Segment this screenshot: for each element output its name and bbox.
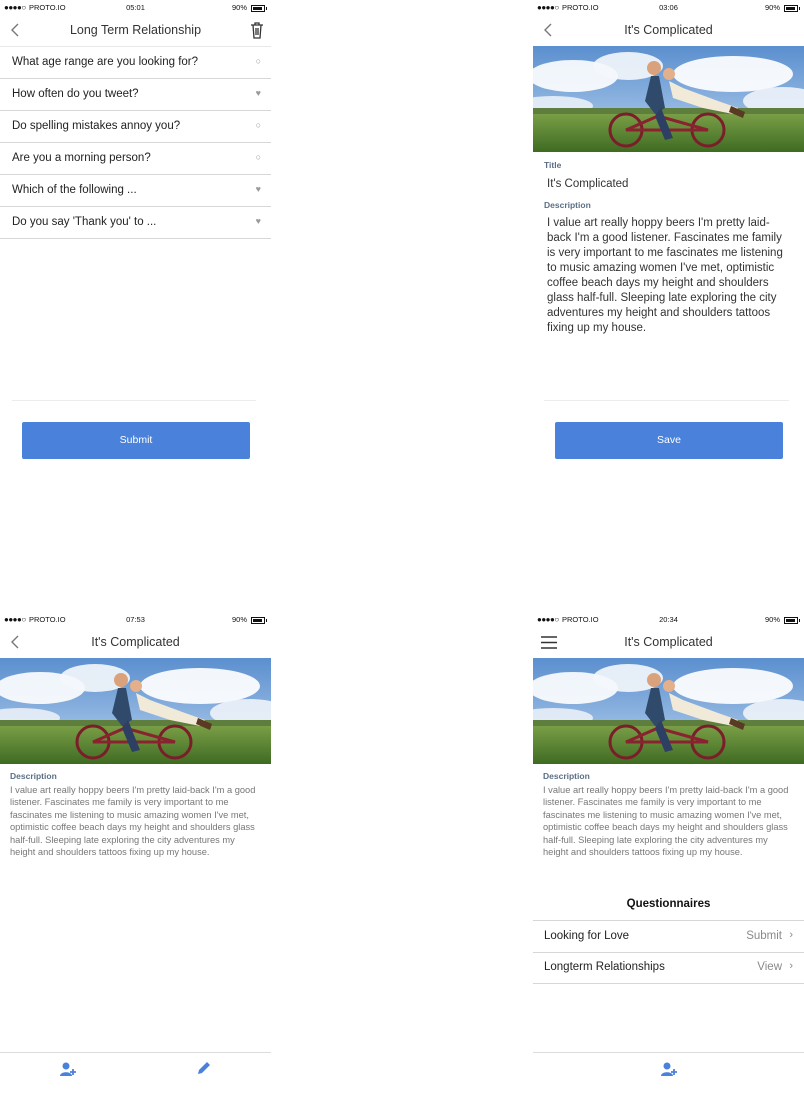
title-label: Title xyxy=(544,160,562,170)
questionnaires-heading: Questionnaires xyxy=(626,898,711,910)
heart-icon: ♥ xyxy=(255,88,261,98)
question-item[interactable]: Which of the following ... ♥ xyxy=(0,175,271,207)
pencil-icon[interactable] xyxy=(195,1059,213,1077)
question-label: Are you a morning person? xyxy=(12,152,151,164)
nav-bar: It's Complicated xyxy=(533,626,804,658)
status-bar: ●●●●○ PROTO.IO 07:53 90% xyxy=(0,612,271,626)
question-item[interactable]: Do spelling mistakes annoy you? ○ xyxy=(0,111,271,143)
battery-percent: 90% xyxy=(231,615,247,624)
description-label: Description xyxy=(544,200,591,210)
add-user-icon[interactable] xyxy=(660,1061,678,1079)
heart-icon: ♥ xyxy=(255,184,261,194)
battery-icon xyxy=(251,616,267,624)
title-input[interactable]: It's Complicated xyxy=(547,177,628,192)
trash-icon[interactable] xyxy=(249,21,265,39)
nav-bar: It's Complicated xyxy=(533,14,804,46)
status-time: 07:53 xyxy=(126,615,145,624)
view-screen: ●●●●○ PROTO.IO 07:53 90% It's Complicate… xyxy=(0,612,271,1087)
question-label: How often do you tweet? xyxy=(12,88,139,100)
chevron-right-icon: › xyxy=(789,929,793,941)
question-item[interactable]: How often do you tweet? ♥ xyxy=(0,79,271,111)
page-title: Long Term Relationship xyxy=(69,23,202,37)
description-label: Description xyxy=(10,771,57,781)
battery-icon xyxy=(784,4,800,12)
page-title: It's Complicated xyxy=(91,635,180,649)
status-bar: ●●●●○ PROTO.IO 05:01 90% xyxy=(0,0,271,14)
status-time: 20:34 xyxy=(659,615,678,624)
page-title: It's Complicated xyxy=(624,23,713,37)
question-label: Do spelling mistakes annoy you? xyxy=(12,120,181,132)
battery-indicator: 90% xyxy=(764,615,800,624)
question-item[interactable]: What age range are you looking for? ○ xyxy=(0,47,271,79)
question-list: What age range are you looking for? ○ How… xyxy=(0,47,271,239)
question-label: Which of the following ... xyxy=(12,184,137,196)
nav-bar: Long Term Relationship xyxy=(0,14,271,47)
chevron-right-icon: › xyxy=(789,960,793,972)
battery-icon xyxy=(784,616,800,624)
divider xyxy=(544,400,789,401)
status-time: 03:06 xyxy=(659,3,678,12)
heart-icon: ♥ xyxy=(255,216,261,226)
tab-bar xyxy=(0,1052,271,1087)
divider xyxy=(12,400,256,401)
question-label: What age range are you looking for? xyxy=(12,56,199,68)
profile-photo xyxy=(533,46,804,152)
description-label: Description xyxy=(543,771,590,781)
battery-indicator: 90% xyxy=(231,615,267,624)
description-text: I value art really hoppy beers I'm prett… xyxy=(10,785,256,858)
save-button[interactable]: Save xyxy=(555,422,783,459)
profile-photo xyxy=(0,658,271,764)
status-bar: ●●●●○ PROTO.IO 20:34 90% xyxy=(533,612,804,626)
battery-indicator: 90% xyxy=(764,3,800,12)
status-icon: ○ xyxy=(255,120,261,130)
edit-screen: ●●●●○ PROTO.IO 03:06 90% It's Complicate… xyxy=(533,0,804,475)
questionnaire-label: Looking for Love xyxy=(544,930,630,942)
page-title: It's Complicated xyxy=(624,635,713,649)
description-input[interactable]: I value art really hoppy beers I'm prett… xyxy=(547,216,793,336)
battery-icon xyxy=(251,4,267,12)
status-icon: ○ xyxy=(255,56,261,66)
questionnaire-label: Longterm Relationships xyxy=(544,961,665,973)
questionnaire-action: Submit xyxy=(746,930,782,942)
questionnaire-action: View xyxy=(757,961,782,973)
questionnaire-row[interactable]: Longterm Relationships View › xyxy=(533,952,804,984)
status-bar: ●●●●○ PROTO.IO 03:06 90% xyxy=(533,0,804,14)
status-icon: ○ xyxy=(255,152,261,162)
question-label: Do you say 'Thank you' to ... xyxy=(12,216,157,228)
questionnaire-row[interactable]: Looking for Love Submit › xyxy=(533,920,804,953)
battery-percent: 90% xyxy=(231,3,247,12)
menu-screen: ●●●●○ PROTO.IO 20:34 90% It's Complicate… xyxy=(533,612,804,1087)
battery-percent: 90% xyxy=(764,3,780,12)
battery-percent: 90% xyxy=(764,615,780,624)
battery-indicator: 90% xyxy=(231,3,267,12)
add-user-icon[interactable] xyxy=(59,1061,77,1079)
status-time: 05:01 xyxy=(126,3,145,12)
submit-button[interactable]: Submit xyxy=(22,422,250,459)
description-text: I value art really hoppy beers I'm prett… xyxy=(543,785,789,858)
questions-screen: ●●●●○ PROTO.IO 05:01 90% Long Term Relat… xyxy=(0,0,271,475)
question-item[interactable]: Are you a morning person? ○ xyxy=(0,143,271,175)
question-item[interactable]: Do you say 'Thank you' to ... ♥ xyxy=(0,207,271,239)
profile-photo xyxy=(533,658,804,764)
tab-bar xyxy=(533,1052,804,1087)
nav-bar: It's Complicated xyxy=(0,626,271,658)
